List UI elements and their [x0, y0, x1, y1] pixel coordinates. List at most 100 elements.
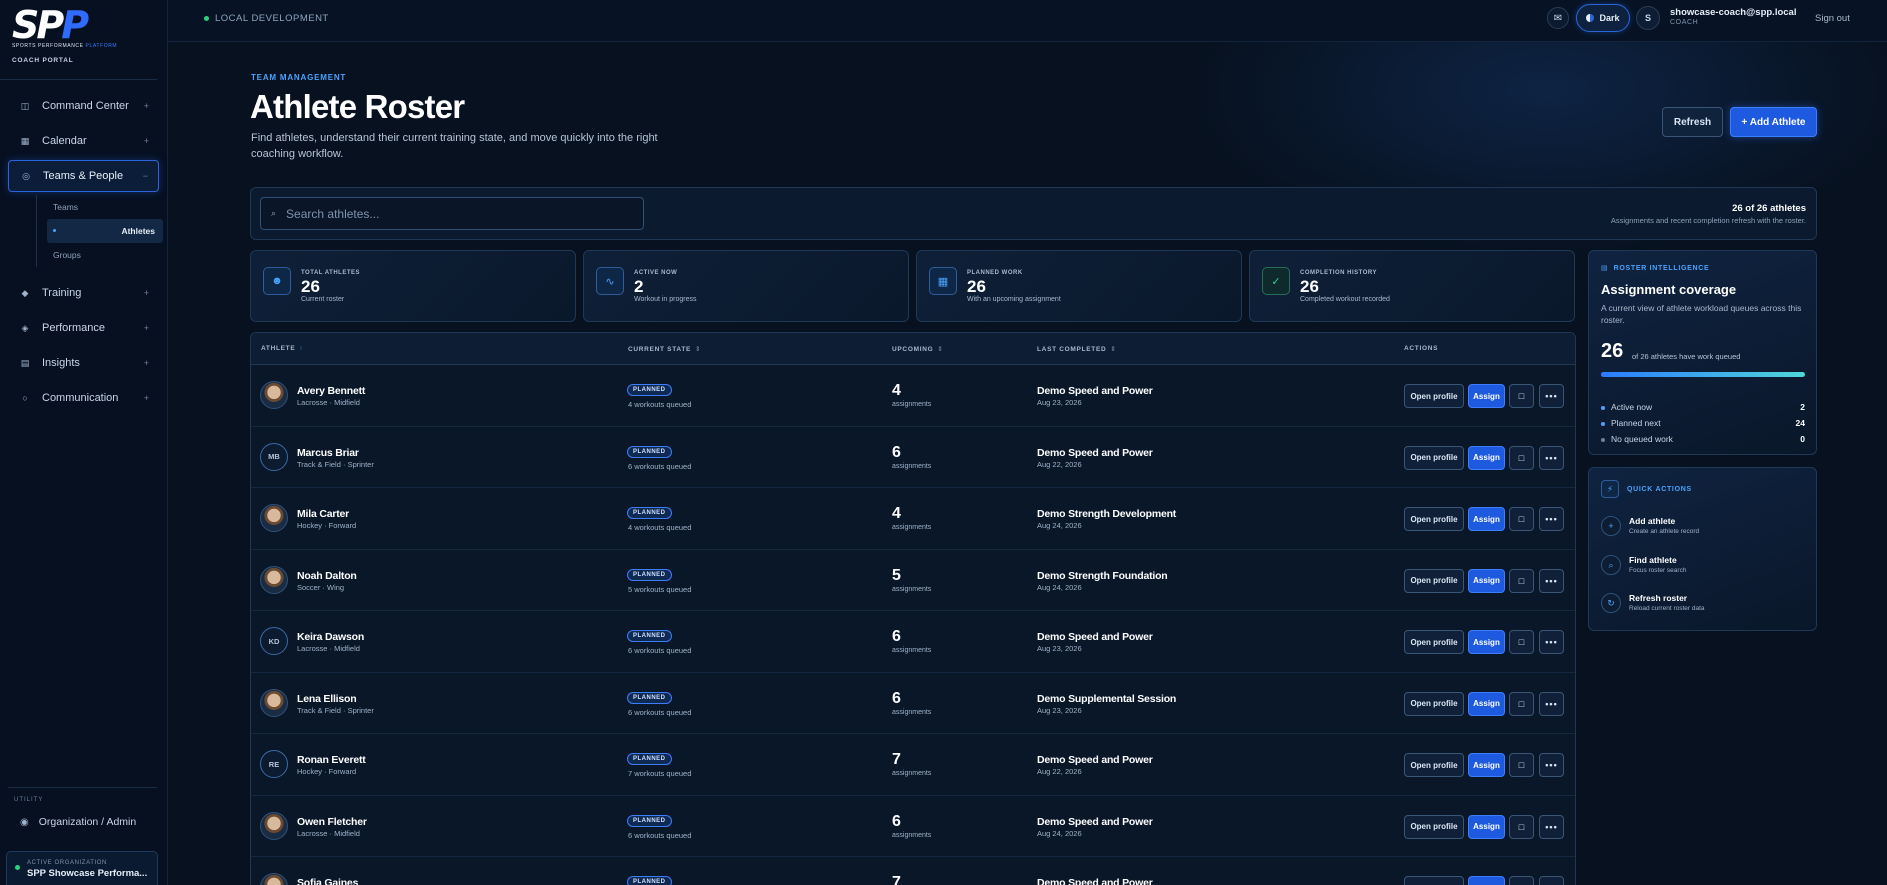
nav-training[interactable]: ◆ Training +: [8, 277, 159, 309]
add-athlete-button[interactable]: + Add Athlete: [1730, 107, 1817, 137]
nav-command-center[interactable]: ◫ Command Center +: [8, 90, 159, 122]
assign-button[interactable]: Assign: [1468, 384, 1505, 408]
open-profile-button[interactable]: Open profile: [1404, 691, 1464, 716]
message-icon[interactable]: □: [1509, 753, 1534, 777]
athlete-count-note: Assignments and recent completion refres…: [1610, 216, 1806, 225]
message-icon[interactable]: □: [1509, 568, 1534, 593]
assign-button[interactable]: Assign: [1468, 691, 1505, 716]
athlete-name[interactable]: Lena Ellison: [297, 693, 357, 705]
open-profile-button[interactable]: Open profile: [1404, 814, 1464, 839]
mail-icon[interactable]: ✉: [1547, 7, 1569, 29]
athlete-sport: Lacrosse · Midfield: [297, 644, 360, 653]
athlete-name[interactable]: Mila Carter: [297, 508, 349, 520]
column-athlete[interactable]: ATHLETE ↑: [261, 345, 303, 352]
open-profile-button[interactable]: Open profile: [1404, 507, 1464, 531]
open-profile-button[interactable]: Open profile: [1404, 384, 1464, 408]
open-profile-button[interactable]: Open profile: [1404, 568, 1464, 593]
open-profile-button[interactable]: Open profile: [1404, 876, 1464, 885]
avatar: [260, 504, 288, 532]
table-row[interactable]: MB Marcus Briar Track & Field · Sprinter PL…: [251, 427, 1575, 488]
quick-action-find-athlete[interactable]: ⌕ Find athlete Focus roster search: [1601, 551, 1805, 579]
subnav-athletes[interactable]: Athletes: [47, 219, 163, 243]
message-icon[interactable]: □: [1509, 814, 1534, 839]
nav-organization-admin[interactable]: ◉ Organization / Admin: [20, 816, 136, 828]
assign-button[interactable]: Assign: [1468, 445, 1505, 470]
more-icon[interactable]: •••: [1539, 568, 1564, 593]
more-icon[interactable]: •••: [1539, 876, 1564, 885]
environment-label: LOCAL DEVELOPMENT: [215, 13, 329, 24]
search-field[interactable]: ⌕: [260, 197, 644, 230]
avatar: KD: [260, 627, 288, 655]
open-profile-button[interactable]: Open profile: [1404, 753, 1464, 777]
column-upcoming[interactable]: UPCOMING ⇕: [892, 345, 944, 353]
expand-icon: +: [143, 101, 149, 111]
more-icon[interactable]: •••: [1539, 630, 1564, 654]
nav-insights[interactable]: ▤ Insights +: [8, 347, 159, 379]
more-icon[interactable]: •••: [1539, 691, 1564, 716]
table-row[interactable]: Noah Dalton Soccer · Wing PLANNED 5 workout…: [251, 550, 1575, 611]
table-row[interactable]: RE Ronan Everett Hockey · Forward PLANNED 7 …: [251, 734, 1575, 796]
message-icon[interactable]: □: [1509, 691, 1534, 716]
app-shell: SPP SPORTS PERFORMANCE PLATFORM COACH PO…: [0, 0, 1887, 885]
stat-label: ACTIVE NOW: [634, 270, 678, 276]
message-icon[interactable]: □: [1509, 507, 1534, 531]
logo[interactable]: SPP SPORTS PERFORMANCE PLATFORM COACH PO…: [0, 0, 157, 80]
nav-performance[interactable]: ◈ Performance +: [8, 312, 159, 344]
more-icon[interactable]: •••: [1539, 507, 1564, 531]
refresh-button[interactable]: Refresh: [1662, 107, 1723, 137]
athlete-name[interactable]: Noah Dalton: [297, 570, 357, 582]
table-row[interactable]: KD Keira Dawson Lacrosse · Midfield PLANNED…: [251, 611, 1575, 673]
quick-action-refresh-roster[interactable]: ↻ Refresh roster Reload current roster d…: [1601, 589, 1805, 617]
last-completed-date: Aug 23, 2026: [1037, 705, 1082, 715]
column-last-completed[interactable]: LAST COMPLETED ⇕: [1037, 345, 1117, 353]
assign-button[interactable]: Assign: [1468, 630, 1505, 654]
athlete-name[interactable]: Sofia Gaines: [297, 877, 358, 885]
assign-button[interactable]: Assign: [1468, 568, 1505, 593]
active-organization[interactable]: ACTIVE ORGANIZATION SPP Showcase Perform…: [6, 851, 158, 885]
assign-button[interactable]: Assign: [1468, 507, 1505, 531]
table-row[interactable]: Owen Fletcher Lacrosse · Midfield PLANNED 6…: [251, 796, 1575, 857]
open-profile-button[interactable]: Open profile: [1404, 630, 1464, 654]
table-row[interactable]: Lena Ellison Track & Field · Sprinter PLAN…: [251, 673, 1575, 734]
athlete-name[interactable]: Marcus Briar: [297, 447, 359, 459]
table-row[interactable]: Sofia GainesPLANNED7assignmentsDemo Spee…: [251, 857, 1575, 885]
stat-value: 26: [1300, 277, 1319, 296]
more-icon[interactable]: •••: [1539, 445, 1564, 470]
quick-action-add-athlete[interactable]: + Add athlete Create an athlete record: [1601, 512, 1805, 540]
message-icon[interactable]: □: [1509, 445, 1534, 470]
insights-icon: ▤: [20, 357, 30, 368]
message-icon[interactable]: □: [1509, 384, 1534, 408]
athlete-name[interactable]: Ronan Everett: [297, 754, 366, 766]
theme-toggle[interactable]: Dark: [1576, 4, 1630, 32]
assign-button[interactable]: Assign: [1468, 876, 1505, 885]
nav-label: Organization / Admin: [38, 816, 137, 828]
upcoming-label: assignments: [892, 770, 932, 777]
message-icon[interactable]: □: [1509, 630, 1534, 654]
table-row[interactable]: Mila Carter Hockey · Forward PLANNED 4 work…: [251, 488, 1575, 550]
athlete-name[interactable]: Avery Bennett: [297, 385, 365, 397]
last-completed-date: Aug 23, 2026: [1037, 644, 1082, 653]
more-icon[interactable]: •••: [1539, 384, 1564, 408]
user-avatar[interactable]: S: [1636, 6, 1660, 30]
more-icon[interactable]: •••: [1539, 814, 1564, 839]
athlete-name[interactable]: Owen Fletcher: [297, 816, 367, 828]
message-icon[interactable]: □: [1509, 876, 1534, 885]
assign-button[interactable]: Assign: [1468, 814, 1505, 839]
nav-teams-people[interactable]: ◎ Teams & People −: [8, 160, 159, 192]
nav-calendar[interactable]: ▦ Calendar +: [8, 125, 159, 157]
athlete-name[interactable]: Keira Dawson: [297, 631, 364, 643]
search-input[interactable]: [286, 206, 627, 221]
table-row[interactable]: Avery Bennett Lacrosse · Midfield PLANNED 4…: [251, 365, 1575, 427]
open-profile-button[interactable]: Open profile: [1404, 445, 1464, 470]
subnav-teams[interactable]: Teams: [37, 195, 159, 219]
column-current-state[interactable]: CURRENT STATE ⇕: [628, 345, 701, 353]
stat-completion-history: ✓ COMPLETION HISTORY 26 Completed workou…: [1249, 250, 1575, 322]
assign-button[interactable]: Assign: [1468, 753, 1505, 777]
sign-out-link[interactable]: Sign out: [1815, 13, 1850, 24]
nav-communication[interactable]: ○ Communication +: [8, 382, 159, 414]
subnav-groups[interactable]: Groups: [37, 243, 159, 267]
card-title: Assignment coverage: [1601, 282, 1737, 297]
more-icon[interactable]: •••: [1539, 753, 1564, 777]
search-icon: ⌕: [1601, 555, 1621, 575]
sort-icon: ⇕: [695, 346, 702, 353]
